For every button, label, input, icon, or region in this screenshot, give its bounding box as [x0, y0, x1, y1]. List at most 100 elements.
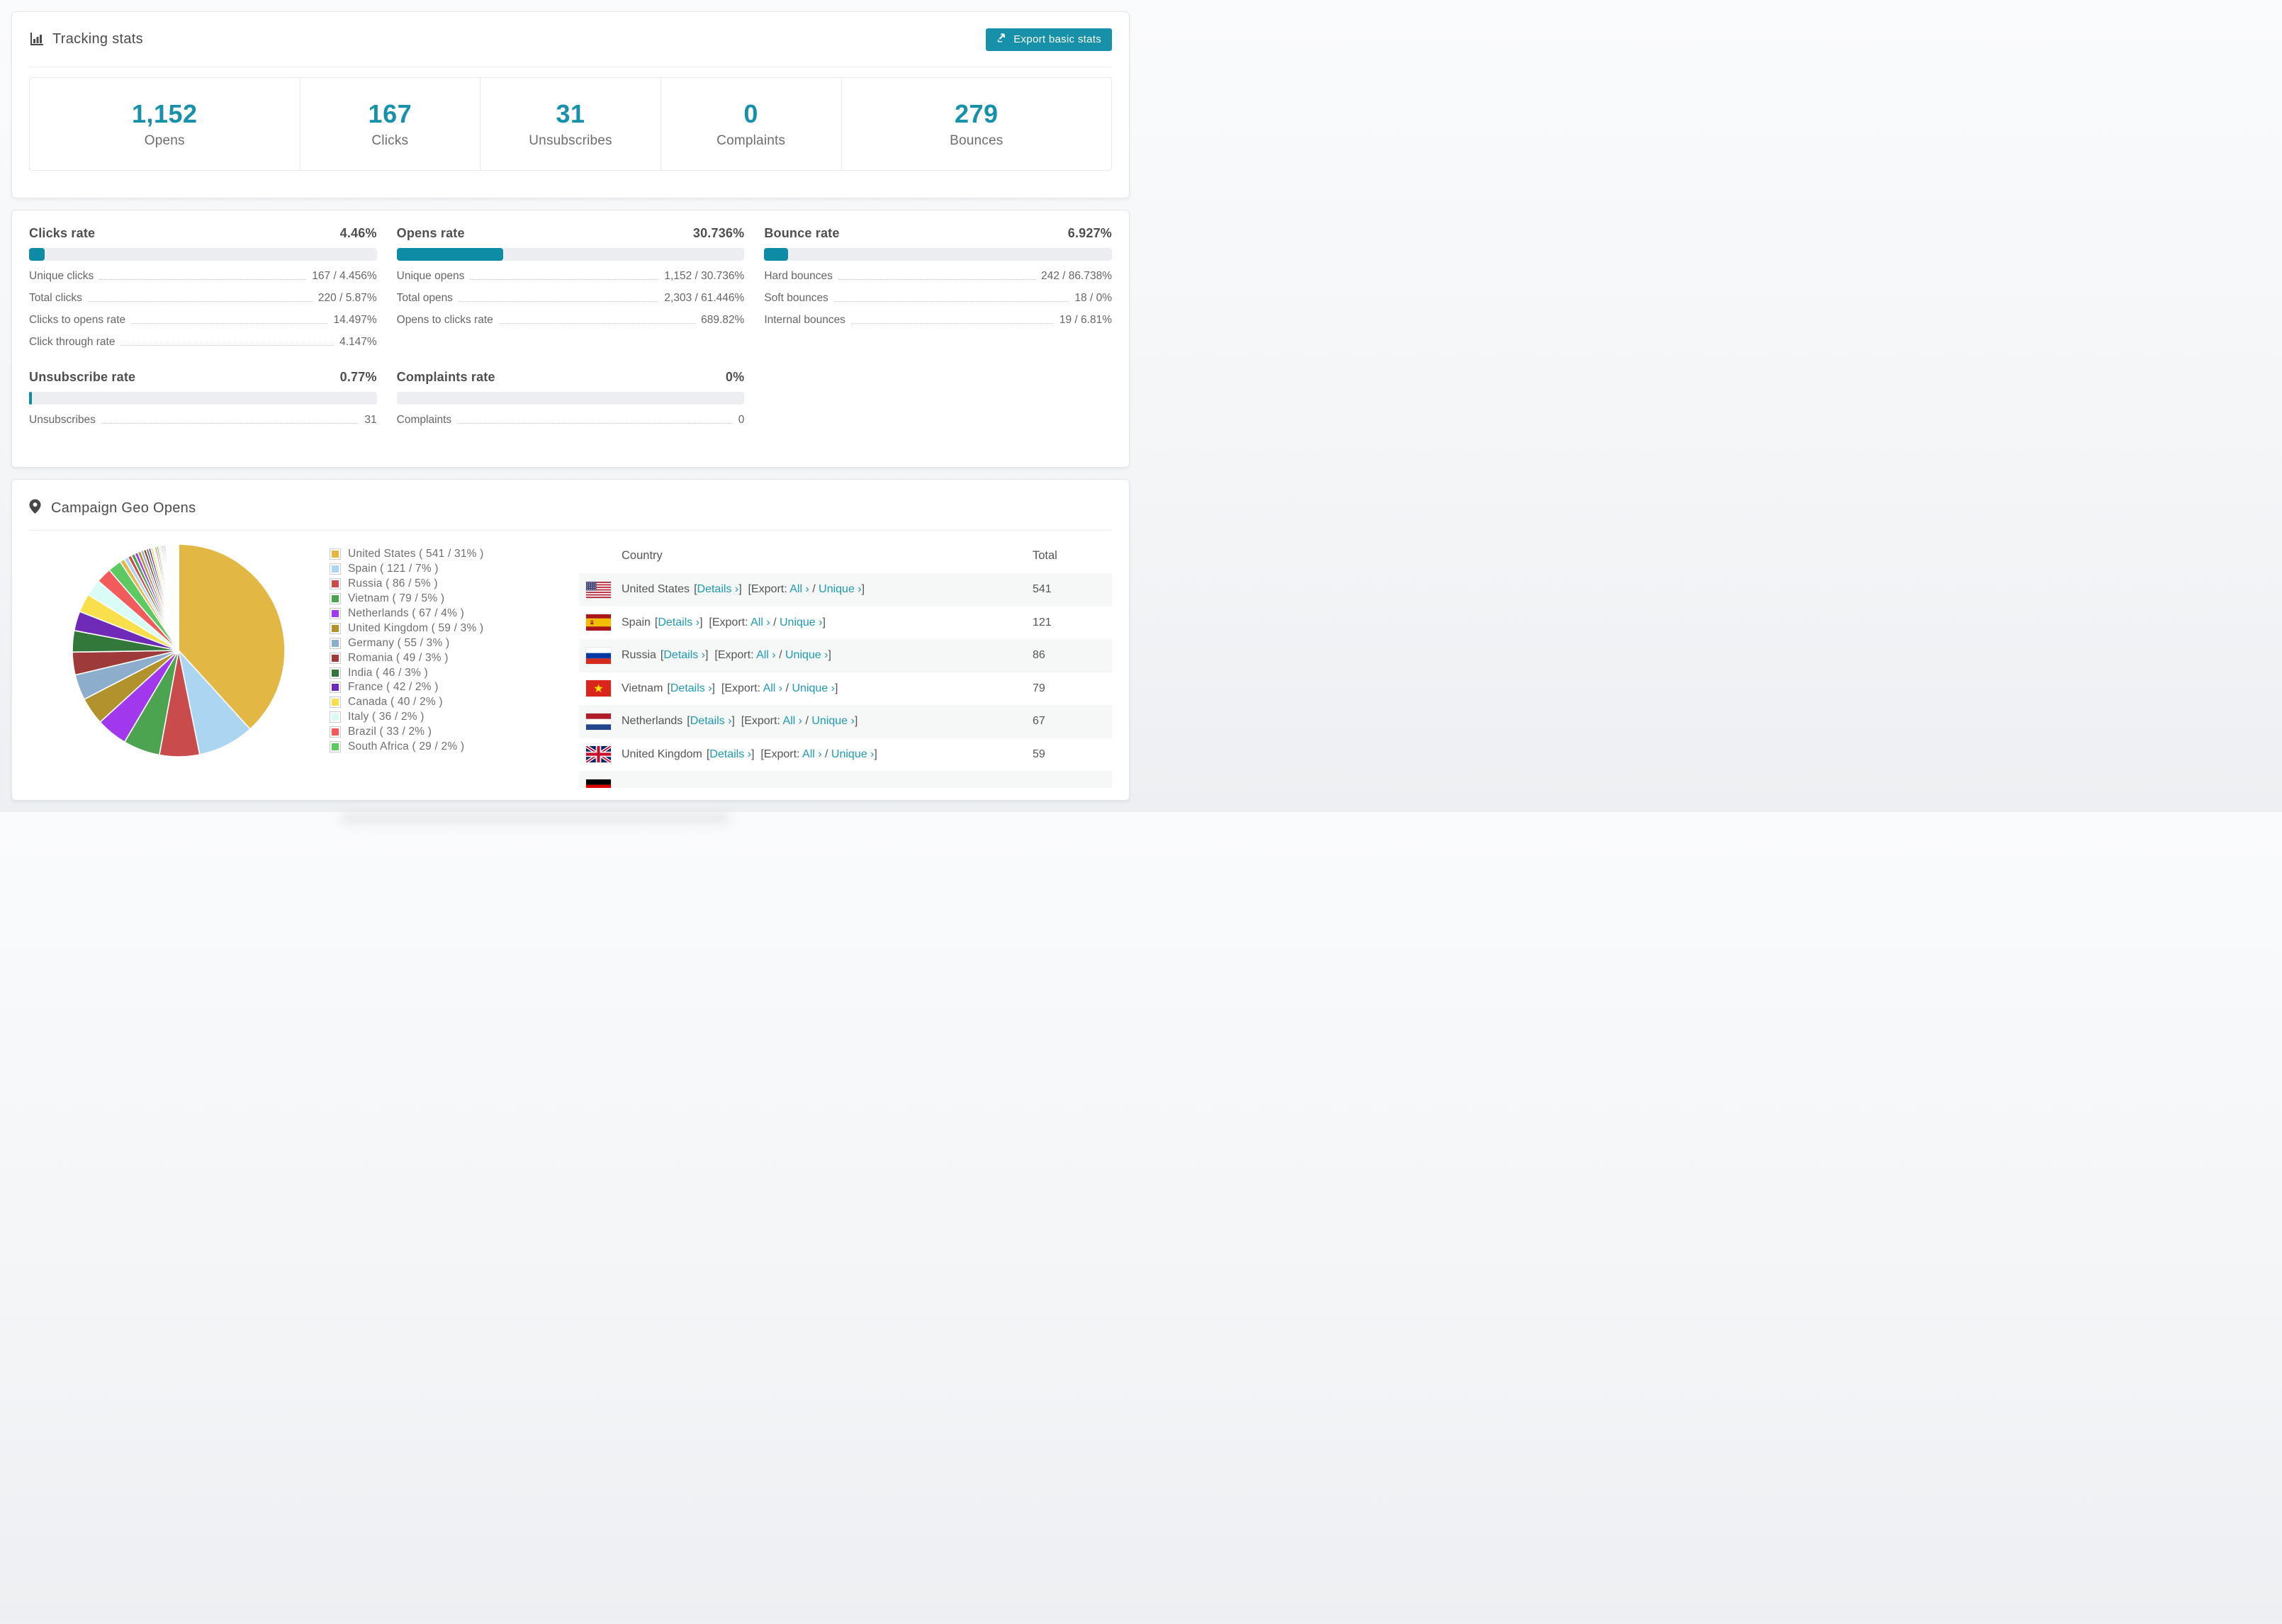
dotted-leader — [498, 323, 696, 324]
legend-swatch — [330, 682, 341, 694]
legend-item-brazil: Brazil ( 33 / 2% ) — [330, 725, 579, 740]
export-all-link-spain[interactable]: All › — [751, 616, 770, 628]
legend-swatch — [330, 741, 341, 753]
export-all-link-russia[interactable]: All › — [756, 649, 776, 661]
geo-table-row-united-states: United States [Details ›] [Export: All ›… — [579, 573, 1112, 607]
details-link-united-kingdom[interactable]: Details › — [709, 748, 751, 760]
country-total: 541 — [1033, 583, 1052, 596]
legend-swatch — [330, 667, 341, 679]
rate-row-value: 0 — [738, 414, 745, 426]
legend-swatch — [330, 697, 341, 709]
dotted-leader — [458, 301, 659, 302]
export-unique-link-united-kingdom[interactable]: Unique › — [831, 748, 874, 760]
stat-bounces: 279 Bounces — [841, 78, 1112, 170]
rate-row-click-through-rate: Click through rate 4.147% — [29, 336, 377, 349]
stat-label: Opens — [144, 133, 185, 148]
legend-item-france: France ( 42 / 2% ) — [330, 680, 579, 695]
geo-table-row-partial — [579, 771, 1112, 788]
rate-row-internal-bounces: Internal bounces 19 / 6.81% — [764, 314, 1112, 327]
legend-item-italy: Italy ( 36 / 2% ) — [330, 710, 579, 725]
dotted-leader — [87, 301, 313, 302]
legend-item-netherlands: Netherlands ( 67 / 4% ) — [330, 607, 579, 621]
flag-nl-icon — [586, 713, 611, 730]
rate-row-label: Internal bounces — [764, 314, 845, 326]
legend-item-south-africa: South Africa ( 29 / 2% ) — [330, 740, 579, 755]
rate-row-label: Unsubscribes — [29, 414, 96, 426]
country-total: 86 — [1033, 649, 1045, 662]
rate-row-value: 1,152 / 30.736% — [664, 270, 745, 282]
legend-swatch — [330, 578, 341, 590]
flag-gb-icon — [586, 746, 611, 763]
rate-row-complaints: Complaints 0 — [397, 414, 745, 427]
geo-legend: United States ( 541 / 31% ) Spain ( 121 … — [330, 531, 579, 800]
opens-rate-block: Opens rate 30.736% Unique opens 1,152 / … — [396, 226, 745, 349]
tracking-stats-page: Tracking stats Export basic stats 1,152 … — [0, 11, 1141, 824]
legend-swatch — [330, 593, 341, 605]
stat-value: 1,152 — [131, 99, 198, 128]
flag-es-icon — [586, 614, 611, 631]
dotted-leader — [850, 323, 1054, 324]
geo-table-row-netherlands: Netherlands [Details ›] [Export: All › /… — [579, 705, 1112, 738]
rate-row-label: Complaints — [396, 414, 452, 426]
rate-value: 6.927% — [1067, 226, 1112, 240]
rate-value: 0.77% — [339, 370, 377, 384]
geo-pie-chart — [29, 531, 330, 800]
map-pin-icon — [29, 499, 41, 519]
details-link-vietnam[interactable]: Details › — [670, 682, 712, 694]
legend-label: Romania ( 49 / 3% ) — [348, 651, 449, 664]
rate-row-unique-clicks: Unique clicks 167 / 4.456% — [29, 270, 377, 283]
details-link-russia[interactable]: Details › — [663, 649, 705, 661]
export-unique-link-russia[interactable]: Unique › — [785, 649, 828, 661]
rate-row-value: 689.82% — [701, 314, 745, 326]
rate-row-value: 242 / 86.738% — [1041, 270, 1112, 282]
country-column-header: Country — [622, 548, 663, 562]
geo-body: United States ( 541 / 31% ) Spain ( 121 … — [29, 531, 1112, 800]
rate-row-total-opens: Total opens 2,303 / 61.446% — [397, 292, 745, 305]
rate-title: Bounce rate — [764, 226, 840, 240]
flag-vn-icon — [586, 680, 611, 697]
country-total: 79 — [1033, 682, 1045, 694]
export-unique-link-vietnam[interactable]: Unique › — [792, 682, 834, 694]
country-name: Russia — [622, 649, 656, 662]
rate-row-value: 167 / 4.456% — [312, 270, 377, 282]
country-name: Netherlands — [622, 715, 683, 728]
stat-label: Clicks — [371, 133, 409, 148]
export-all-link-united-kingdom[interactable]: All › — [802, 748, 822, 760]
stat-clicks: 167 Clicks — [299, 78, 480, 170]
rate-value: 0% — [725, 370, 745, 384]
rate-row-label: Soft bounces — [764, 292, 828, 304]
legend-label: Spain ( 121 / 7% ) — [348, 563, 439, 575]
geo-table: Country Total United States [Details ›] … — [579, 531, 1112, 800]
rate-value: 30.736% — [692, 226, 745, 240]
bounce-rate-block: Bounce rate 6.927% Hard bounces 242 / 86… — [764, 226, 1112, 349]
export-all-link-vietnam[interactable]: All › — [763, 682, 783, 694]
rate-row-unsubscribes: Unsubscribes 31 — [29, 414, 377, 427]
page-title: Tracking stats — [29, 31, 143, 47]
geo-table-header: Country Total — [579, 531, 1112, 573]
dotted-leader — [131, 323, 328, 324]
export-basic-stats-button[interactable]: Export basic stats — [986, 28, 1112, 51]
stat-value: 279 — [954, 99, 999, 128]
flag-de-icon — [586, 779, 611, 788]
legend-label: United Kingdom ( 59 / 3% ) — [348, 621, 484, 634]
rate-progress-bar — [396, 392, 745, 405]
geo-table-row-russia: Russia [Details ›] [Export: All › / Uniq… — [579, 639, 1112, 672]
legend-item-united-states: United States ( 541 / 31% ) — [330, 547, 579, 562]
rate-row-value: 4.147% — [339, 336, 377, 348]
details-link-united-states[interactable]: Details › — [697, 583, 739, 595]
details-link-netherlands[interactable]: Details › — [690, 715, 732, 727]
rate-row-value: 220 / 5.87% — [317, 292, 377, 304]
export-all-link-united-states[interactable]: All › — [789, 583, 809, 595]
rate-row-total-clicks: Total clicks 220 / 5.87% — [29, 292, 377, 305]
geo-section-header: Campaign Geo Opens — [29, 480, 1112, 531]
export-unique-link-spain[interactable]: Unique › — [780, 616, 822, 628]
geo-table-row-vietnam: Vietnam [Details ›] [Export: All › / Uni… — [579, 672, 1112, 706]
tracking-stats-card: Tracking stats Export basic stats 1,152 … — [11, 11, 1130, 198]
export-button-label: Export basic stats — [1013, 33, 1101, 45]
rate-progress-bar — [396, 248, 745, 261]
export-unique-link-united-states[interactable]: Unique › — [819, 583, 861, 595]
details-link-spain[interactable]: Details › — [658, 616, 699, 628]
stat-value: 0 — [743, 99, 758, 128]
export-all-link-netherlands[interactable]: All › — [782, 715, 802, 727]
export-unique-link-netherlands[interactable]: Unique › — [811, 715, 854, 727]
